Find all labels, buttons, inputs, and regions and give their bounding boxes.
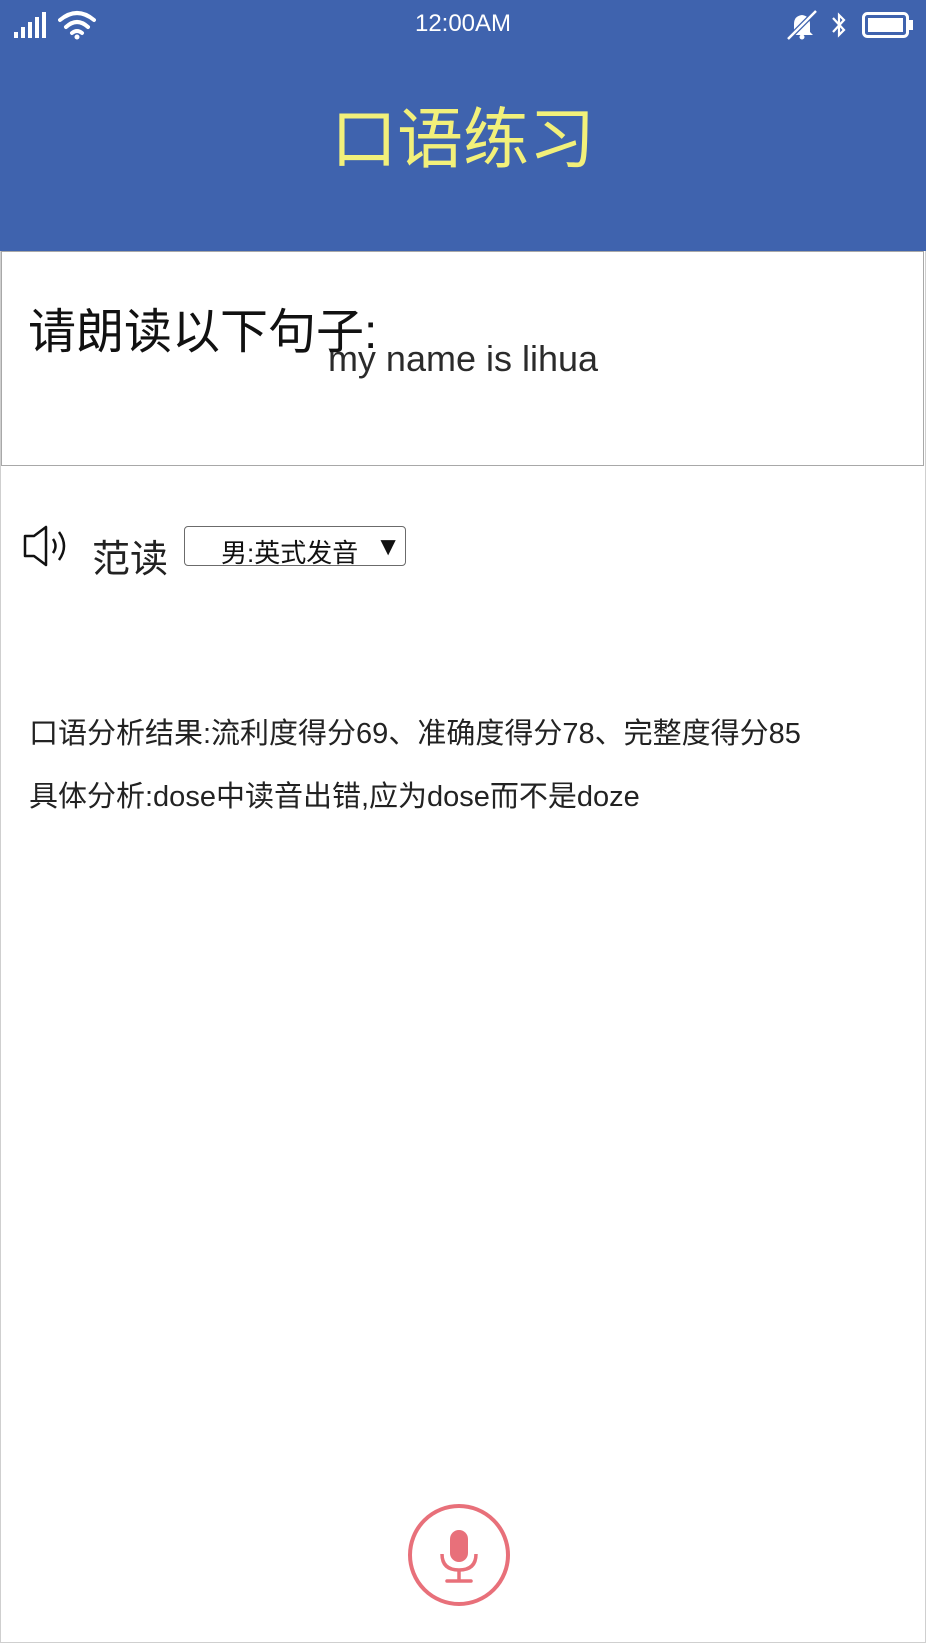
status-bar: 12:00AM <box>0 0 926 50</box>
mute-icon <box>786 10 818 40</box>
speaker-icon[interactable] <box>22 524 76 568</box>
microphone-icon <box>440 1530 478 1583</box>
dropdown-arrow-icon: ▼ <box>375 531 401 561</box>
page-title: 口语练习 <box>331 102 595 176</box>
battery-icon <box>862 12 913 38</box>
analysis-result: 口语分析结果:流利度得分69、准确度得分78、完整度得分85 <box>29 718 801 750</box>
target-sentence: my name is lihua <box>327 338 599 379</box>
voice-select[interactable]: 男:英式发音 ▼ <box>184 526 406 568</box>
record-button[interactable] <box>408 1504 510 1606</box>
analysis-detail: 具体分析:dose中读音出错,应为dose而不是doze <box>29 781 640 813</box>
sample-reading-label[interactable]: 范读 <box>92 528 168 583</box>
app-header: 12:00AM 口语练习 <box>0 0 926 251</box>
bluetooth-icon <box>832 12 846 38</box>
voice-select-value: 男:英式发音 <box>221 538 359 568</box>
